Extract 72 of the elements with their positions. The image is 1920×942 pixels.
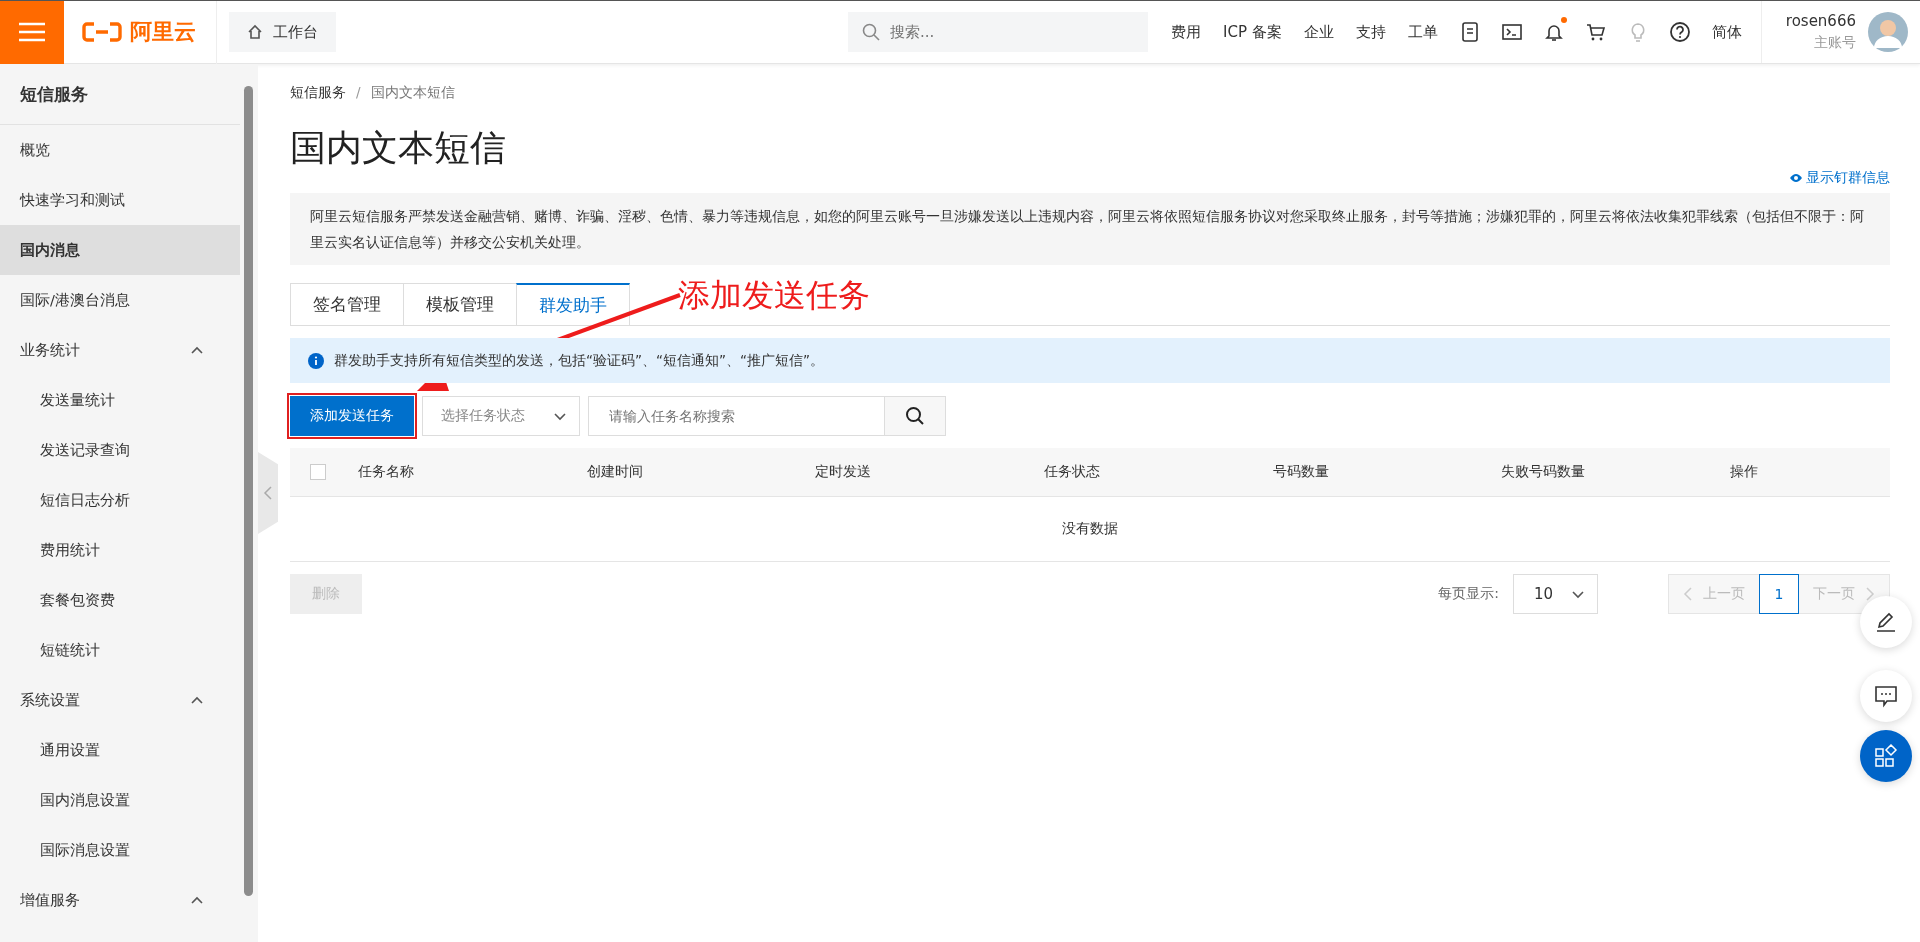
menu-button[interactable] — [0, 0, 64, 64]
logo-icon — [82, 21, 122, 43]
sidebar-item[interactable]: 通用设置 — [0, 725, 240, 775]
search-icon — [905, 406, 925, 426]
column-header: 操作 — [1729, 463, 1759, 481]
sidebar-item[interactable]: 系统设置 — [0, 675, 240, 725]
sidebar-item[interactable]: 概览 — [0, 125, 240, 175]
edit-button[interactable] — [1860, 596, 1912, 648]
terminal-icon[interactable] — [1500, 21, 1523, 43]
workbench-button[interactable]: 工作台 — [229, 12, 336, 52]
column-header: 任务名称 — [358, 463, 415, 481]
sidebar-item[interactable]: 业务统计 — [0, 325, 240, 375]
add-task-button[interactable]: 添加发送任务 — [290, 396, 414, 436]
sidebar-item[interactable]: 国内消息设置 — [0, 775, 240, 825]
chat-icon — [1874, 684, 1898, 708]
select-all-checkbox[interactable] — [310, 464, 326, 480]
breadcrumb-current: 国内文本短信 — [370, 84, 455, 102]
column-header: 号码数量 — [1272, 463, 1330, 481]
breadcrumb-separator: / — [356, 84, 361, 102]
sidebar-item[interactable]: 发送量统计 — [0, 375, 240, 425]
eye-icon — [1789, 173, 1803, 183]
sidebar-item[interactable]: 短链统计 — [0, 625, 240, 675]
info-icon — [308, 352, 324, 369]
help-icon[interactable] — [1668, 21, 1691, 43]
warning-notice: 阿里云短信服务严禁发送金融营销、赌博、诈骗、淫秽、色情、暴力等违规信息，如您的阿里云账号一旦涉嫌发送以上违规内容，阿里云将依照短信服务协议对您采取终止服务，封号等措施；涉嫌犯罪的，阿里云将依法收集犯罪线索（包括但不限于：阿里云实名认证信息等）并移交公安机关处理。 — [290, 193, 1890, 265]
column-header: 任务状态 — [1043, 463, 1101, 481]
sidebar-item[interactable]: 国际/港澳台消息 — [0, 275, 240, 325]
search-button[interactable] — [884, 396, 946, 436]
chevron-right-icon — [1865, 586, 1875, 602]
account-type: 主账号 — [1814, 34, 1856, 52]
menu-icon — [19, 22, 45, 42]
sidebar-item[interactable]: 国内消息 — [0, 225, 240, 275]
ding-group-link[interactable]: 显示钉群信息 — [1789, 169, 1890, 187]
page-size-label: 每页显示: — [1438, 585, 1499, 603]
empty-message: 没有数据 — [1062, 520, 1118, 538]
sidebar-item[interactable]: 增值服务 — [0, 875, 240, 925]
sidebar-item[interactable]: 发送记录查询 — [0, 425, 240, 475]
chevron-left-icon — [263, 485, 273, 501]
nav-link[interactable]: 费用 — [1160, 22, 1213, 42]
tab[interactable]: 群发助手 — [516, 283, 630, 325]
column-header: 定时发送 — [815, 463, 873, 481]
scrollbar-thumb[interactable] — [244, 86, 253, 896]
tab[interactable]: 签名管理 — [290, 283, 404, 325]
nav-link[interactable]: 支持 — [1344, 22, 1397, 42]
feedback-button[interactable] — [1860, 670, 1912, 722]
home-icon — [247, 24, 263, 40]
chevron-left-icon — [1683, 586, 1693, 602]
sidebar-item[interactable]: 快速学习和测试 — [0, 175, 240, 225]
cart-icon[interactable] — [1584, 21, 1607, 43]
page-size-select[interactable]: 10 — [1513, 574, 1598, 614]
search-field[interactable]: 搜索... — [848, 12, 1149, 52]
sidebar-item[interactable]: 国际消息设置 — [0, 825, 240, 875]
apps-button[interactable] — [1860, 730, 1912, 782]
page-number[interactable]: 1 — [1759, 574, 1799, 614]
sidebar-item[interactable]: 套餐包资费 — [0, 575, 240, 625]
user-name[interactable]: rosen666 — [1785, 12, 1856, 30]
nav-link[interactable]: 工单 — [1396, 22, 1449, 42]
task-search-field[interactable]: 请输入任务名称搜索 — [588, 396, 884, 436]
page-title: 国内文本短信 — [290, 126, 507, 170]
nav-link[interactable]: ICP 备案 — [1212, 22, 1293, 42]
status-select[interactable]: 选择任务状态 — [422, 396, 580, 436]
sidebar-item[interactable]: 短信日志分析 — [0, 475, 240, 525]
sidebar-item[interactable]: 费用统计 — [0, 525, 240, 575]
language-link[interactable]: 简体 — [1700, 22, 1753, 42]
annotation-text: 添加发送任务 — [678, 275, 870, 316]
breadcrumb-link[interactable]: 短信服务 — [290, 84, 346, 102]
info-message: 群发助手支持所有短信类型的发送，包括“验证码”、“短信通知”、“推广短信”。 — [334, 351, 824, 370]
column-header: 失败号码数量 — [1501, 463, 1587, 481]
pencil-icon — [1874, 610, 1898, 634]
apps-icon — [1874, 744, 1898, 768]
column-header: 创建时间 — [586, 463, 644, 481]
nav-link[interactable]: 企业 — [1292, 22, 1345, 42]
